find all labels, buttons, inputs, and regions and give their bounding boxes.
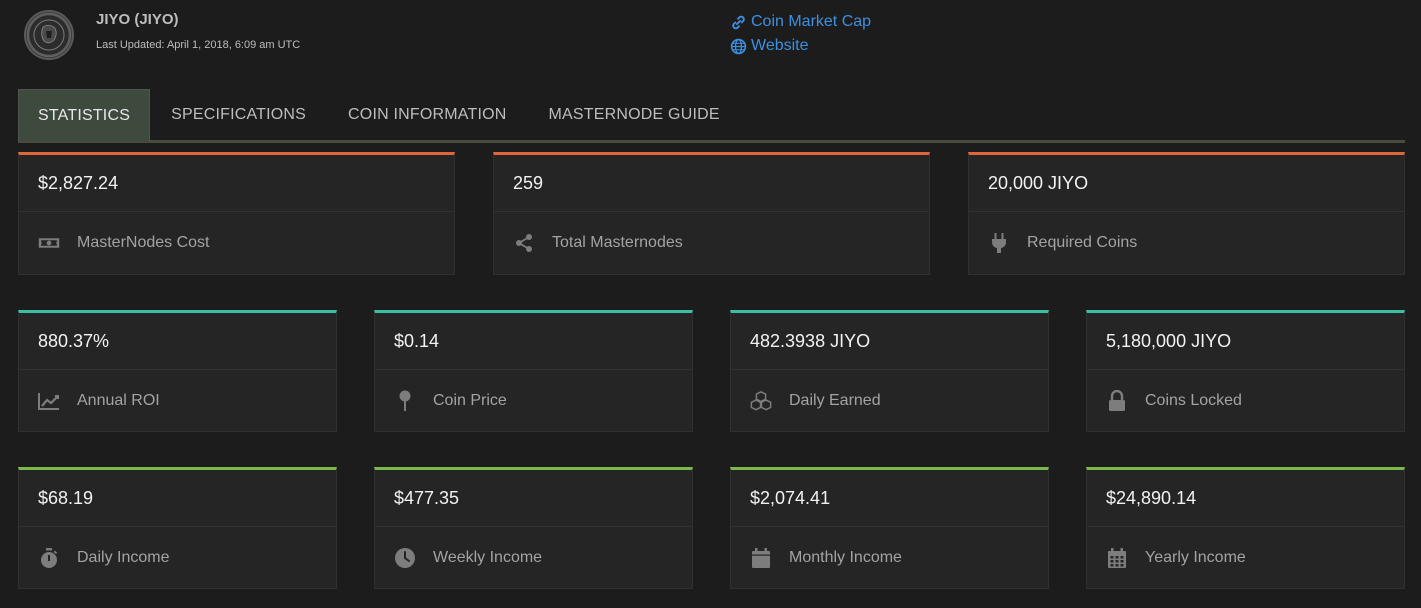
stat-label-row: Coin Price xyxy=(375,370,692,432)
stat-label-row: Weekly Income xyxy=(375,527,692,589)
stat-value: $24,890.14 xyxy=(1087,470,1404,527)
stat-card-required-coins: 20,000 JIYO Required Coins xyxy=(968,152,1405,275)
coin-market-cap-label: Coin Market Cap xyxy=(751,13,872,30)
stat-label: Daily Earned xyxy=(789,392,881,409)
stat-value: $2,827.24 xyxy=(19,155,454,212)
stat-card-coins-locked: 5,180,000 JIYO Coins Locked xyxy=(1086,310,1405,432)
stat-card-yearly-income: $24,890.14 Yearly Income xyxy=(1086,467,1405,589)
calendar-icon xyxy=(750,547,772,569)
lock-icon xyxy=(1106,390,1128,412)
stat-card-masternodes-cost: $2,827.24 MasterNodes Cost xyxy=(18,152,455,275)
stat-card-total-masternodes: 259 Total Masternodes xyxy=(493,152,930,275)
stat-label: Coin Price xyxy=(433,392,507,409)
stat-value: $68.19 xyxy=(19,470,336,527)
stat-card-weekly-income: $477.35 Weekly Income xyxy=(374,467,693,589)
stat-value: $2,074.41 xyxy=(731,470,1048,527)
coin-logo xyxy=(24,10,74,60)
stat-label: Weekly Income xyxy=(433,549,543,566)
link-icon xyxy=(730,14,747,31)
plug-icon xyxy=(988,232,1010,254)
coin-market-cap-link[interactable]: Coin Market Cap xyxy=(730,10,871,34)
stat-value: 20,000 JIYO xyxy=(969,155,1404,212)
stats-row-secondary: 880.37% Annual ROI $0.14 Coin Price 482.… xyxy=(18,310,1405,432)
stat-value: $0.14 xyxy=(375,313,692,370)
stat-label: Daily Income xyxy=(77,549,170,566)
stat-label-row: Daily Earned xyxy=(731,370,1048,432)
website-label: Website xyxy=(751,37,809,54)
tab-statistics[interactable]: STATISTICS xyxy=(18,89,151,141)
map-pin-icon xyxy=(394,390,416,412)
stat-label-row: Daily Income xyxy=(19,527,336,589)
tab-coin-information[interactable]: COIN INFORMATION xyxy=(327,89,527,140)
cubes-icon xyxy=(750,390,772,412)
stat-label: Yearly Income xyxy=(1145,549,1246,566)
coin-header: JIYO (JIYO) Last Updated: April 1, 2018,… xyxy=(0,0,1421,78)
last-updated: Last Updated: April 1, 2018, 6:09 am UTC xyxy=(96,39,301,51)
stat-label: Annual ROI xyxy=(77,392,160,409)
stat-label-row: Required Coins xyxy=(969,212,1404,274)
stat-label-row: Annual ROI xyxy=(19,370,336,432)
stat-label-row: Coins Locked xyxy=(1087,370,1404,432)
stat-label: Coins Locked xyxy=(1145,392,1242,409)
stat-card-daily-income: $68.19 Daily Income xyxy=(18,467,337,589)
stat-label: Monthly Income xyxy=(789,549,902,566)
money-icon xyxy=(38,232,60,254)
stat-card-monthly-income: $2,074.41 Monthly Income xyxy=(730,467,1049,589)
stat-card-coin-price: $0.14 Coin Price xyxy=(374,310,693,432)
stat-label-row: MasterNodes Cost xyxy=(19,212,454,274)
stats-row-primary: $2,827.24 MasterNodes Cost 259 Total Mas… xyxy=(18,152,1405,275)
stopwatch-icon xyxy=(38,547,60,569)
tab-masternode-guide[interactable]: MASTERNODE GUIDE xyxy=(528,89,741,140)
stat-label: MasterNodes Cost xyxy=(77,234,210,251)
stat-value: 482.3938 JIYO xyxy=(731,313,1048,370)
stat-label-row: Monthly Income xyxy=(731,527,1048,589)
coin-title: JIYO (JIYO) xyxy=(96,11,179,28)
stat-label: Total Masternodes xyxy=(552,234,683,251)
calendar-grid-icon xyxy=(1106,547,1128,569)
stat-value: 5,180,000 JIYO xyxy=(1087,313,1404,370)
external-links: Coin Market Cap Website xyxy=(730,10,871,58)
globe-icon xyxy=(730,38,747,55)
stat-value: $477.35 xyxy=(375,470,692,527)
stat-label-row: Total Masternodes xyxy=(494,212,929,274)
stat-label: Required Coins xyxy=(1027,234,1138,251)
clock-icon xyxy=(394,547,416,569)
stat-value: 259 xyxy=(494,155,929,212)
stat-value: 880.37% xyxy=(19,313,336,370)
page: JIYO (JIYO) Last Updated: April 1, 2018,… xyxy=(0,0,1421,608)
tab-bar: STATISTICS SPECIFICATIONS COIN INFORMATI… xyxy=(18,89,1405,143)
stat-label-row: Yearly Income xyxy=(1087,527,1404,589)
website-link[interactable]: Website xyxy=(730,34,871,58)
stat-card-annual-roi: 880.37% Annual ROI xyxy=(18,310,337,432)
stats-row-income: $68.19 Daily Income $477.35 Weekly Incom… xyxy=(18,467,1405,589)
stat-card-daily-earned: 482.3938 JIYO Daily Earned xyxy=(730,310,1049,432)
share-icon xyxy=(513,232,535,254)
tab-specifications[interactable]: SPECIFICATIONS xyxy=(150,89,327,140)
area-chart-icon xyxy=(38,390,60,412)
